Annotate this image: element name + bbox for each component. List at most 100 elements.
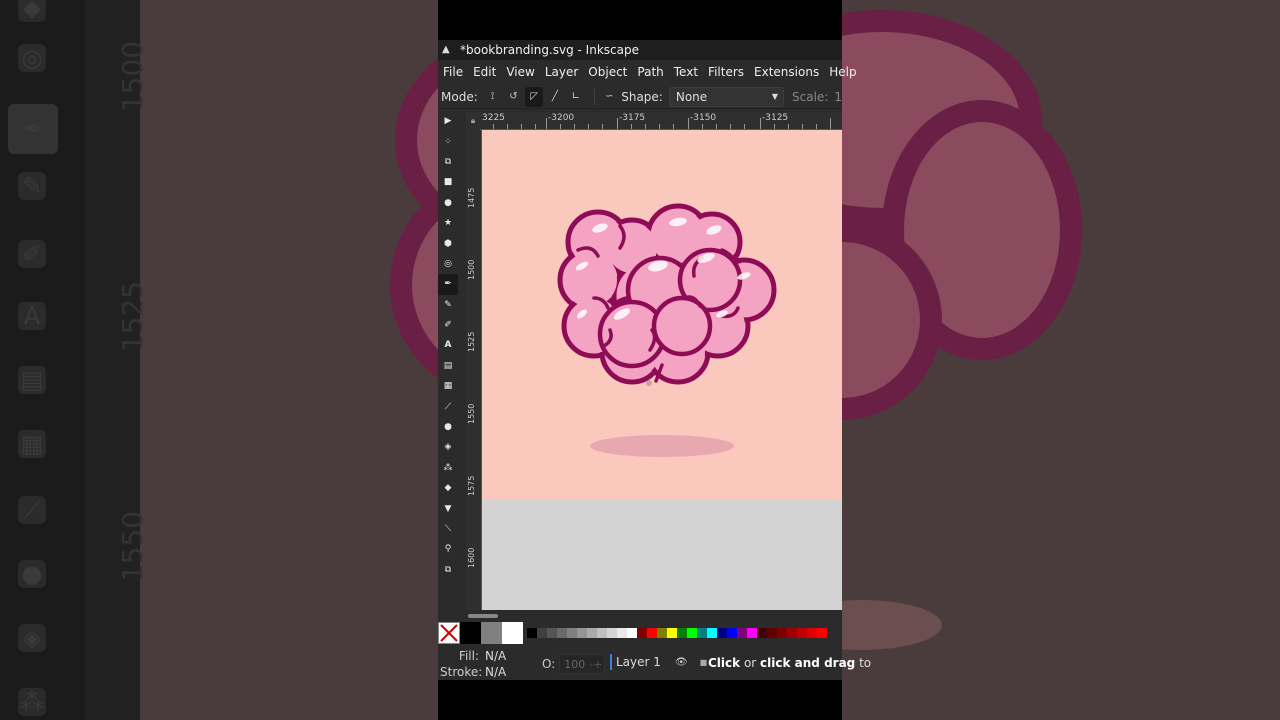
layer-indicator[interactable]: Layer 1 👁︎ ■	[610, 654, 707, 670]
palette-swatch[interactable]	[707, 628, 717, 638]
swatch-gray[interactable]	[481, 622, 502, 644]
node-tool-icon[interactable]: ⁘	[438, 131, 458, 151]
measure-tool-icon[interactable]: ⟍	[438, 519, 458, 539]
palette-swatch[interactable]	[687, 628, 697, 638]
palette-swatch[interactable]	[547, 628, 557, 638]
dropper-tool-icon[interactable]: ⟋	[438, 396, 458, 416]
palette-swatch[interactable]	[817, 628, 827, 638]
opacity-spinbox[interactable]: 100 -+	[559, 654, 606, 674]
star-tool-icon[interactable]: ★	[438, 213, 458, 233]
ruler-label: 3225	[482, 113, 505, 123]
zigzag-icon[interactable]: ∽	[600, 87, 618, 107]
menu-file[interactable]: File	[443, 65, 463, 79]
eraser-tool-icon[interactable]: ◆	[438, 478, 458, 498]
paraxial-mode-icon[interactable]: ∟	[567, 87, 585, 107]
spray-tool-icon[interactable]: ⁂	[438, 458, 458, 478]
lock-icon[interactable]: ■	[700, 658, 708, 667]
ruler-lock-icon[interactable]: 🔒︎	[466, 112, 480, 130]
text-tool-icon[interactable]: A	[438, 335, 458, 355]
menu-text[interactable]: Text	[674, 65, 698, 79]
ruler-tick	[730, 124, 731, 129]
palette-swatch[interactable]	[757, 628, 767, 638]
3d-box-tool-icon[interactable]: ⬢	[438, 233, 458, 253]
palette-swatch[interactable]	[697, 628, 707, 638]
horizontal-scrollbar[interactable]	[466, 612, 842, 620]
menu-object[interactable]: Object	[588, 65, 627, 79]
rectangle-tool-icon[interactable]: ■	[438, 172, 458, 192]
tweak-object-tool-icon[interactable]: ◈	[438, 437, 458, 457]
pencil-tool-icon[interactable]: ✎	[438, 295, 458, 315]
pen-tool-icon[interactable]: ✒	[438, 274, 458, 295]
palette-swatch[interactable]	[777, 628, 787, 638]
swatch-black[interactable]	[460, 622, 481, 644]
palette-swatch[interactable]	[587, 628, 597, 638]
menu-path[interactable]: Path	[637, 65, 663, 79]
page[interactable]	[482, 130, 842, 500]
pages-tool-icon[interactable]: ⧉	[438, 560, 458, 580]
palette-swatch[interactable]	[747, 628, 757, 638]
palette-swatch[interactable]	[717, 628, 727, 638]
inkscape-logo-icon: ▲	[442, 44, 450, 55]
tweak-tool-icon[interactable]: ⧉	[438, 152, 458, 172]
palette-swatch[interactable]	[527, 628, 537, 638]
palette-swatch[interactable]	[657, 628, 667, 638]
mesh-tool-icon[interactable]: ▦	[438, 376, 458, 396]
calligraphy-tool-icon[interactable]: ✐	[438, 315, 458, 335]
palette-swatch[interactable]	[787, 628, 797, 638]
connector-tool-icon[interactable]: ▼	[438, 498, 458, 518]
fill-stroke-indicator[interactable]: Fill: N/A Stroke: N/A	[440, 648, 540, 680]
menu-help[interactable]: Help	[829, 65, 856, 79]
palette-swatch[interactable]	[607, 628, 617, 638]
palette-swatch[interactable]	[617, 628, 627, 638]
menu-view[interactable]: View	[506, 65, 534, 79]
chevron-down-icon: ▼	[771, 92, 779, 101]
palette-swatch[interactable]	[727, 628, 737, 638]
palette-swatch[interactable]	[677, 628, 687, 638]
gradient-tool-icon[interactable]: ▤	[438, 356, 458, 376]
zoom-tool-icon[interactable]: ⚲	[438, 539, 458, 559]
layer-name: Layer 1	[616, 655, 661, 669]
menu-edit[interactable]: Edit	[473, 65, 496, 79]
palette-swatch[interactable]	[567, 628, 577, 638]
menu-extensions[interactable]: Extensions	[754, 65, 819, 79]
background-left-blur: ◆ ◎ ✒ ✎ ✐ A ▤ ▦ ⟋ ● ◈ ⁂ 1500 1525 1550	[0, 0, 438, 720]
swatch-white[interactable]	[502, 622, 523, 644]
menu-bar: File Edit View Layer Object Path Text Fi…	[438, 61, 857, 83]
palette-swatch[interactable]	[597, 628, 607, 638]
bg-paint-bucket-icon: ●	[18, 560, 46, 588]
palette-swatch[interactable]	[797, 628, 807, 638]
scale-value[interactable]: 1	[834, 90, 842, 104]
palette-swatch[interactable]	[627, 628, 637, 638]
bg-dropper-icon: ⟋	[18, 496, 46, 524]
shape-dropdown[interactable]: None ▼	[668, 86, 785, 107]
eye-icon[interactable]: 👁︎	[675, 657, 688, 668]
selector-tool-icon[interactable]: ▶	[438, 111, 458, 131]
palette-swatch[interactable]	[647, 628, 657, 638]
palette-swatch[interactable]	[737, 628, 747, 638]
palette-swatch[interactable]	[537, 628, 547, 638]
palette-swatch[interactable]	[767, 628, 777, 638]
bezier-mode-icon[interactable]: ⟟	[484, 87, 502, 107]
scrollbar-thumb[interactable]	[468, 614, 498, 618]
bspline-mode-icon[interactable]: ◸	[525, 86, 544, 107]
pen-cursor-dot	[646, 380, 652, 386]
line-mode-icon[interactable]: ╱	[546, 87, 564, 107]
menu-filters[interactable]: Filters	[708, 65, 744, 79]
no-paint-swatch[interactable]	[438, 622, 460, 644]
brain-illustration[interactable]	[482, 130, 842, 500]
horizontal-ruler[interactable]: 3225 -3200 -3175 -3150 -3125	[466, 112, 842, 130]
ellipse-tool-icon[interactable]: ●	[438, 193, 458, 213]
bg-calligraphy-icon: ✐	[18, 240, 46, 268]
spiral-tool-icon[interactable]: ◎	[438, 254, 458, 274]
paint-bucket-tool-icon[interactable]: ●	[438, 417, 458, 437]
spiro-mode-icon[interactable]: ↺	[505, 87, 523, 107]
canvas[interactable]	[482, 130, 842, 610]
brain-shadow	[590, 435, 734, 457]
palette-swatch[interactable]	[557, 628, 567, 638]
palette-swatch[interactable]	[667, 628, 677, 638]
vertical-ruler[interactable]: 1475 1500 1525 1550 1575 1600	[466, 130, 482, 610]
palette-swatch[interactable]	[637, 628, 647, 638]
palette-swatch[interactable]	[807, 628, 817, 638]
palette-swatch[interactable]	[577, 628, 587, 638]
menu-layer[interactable]: Layer	[545, 65, 578, 79]
